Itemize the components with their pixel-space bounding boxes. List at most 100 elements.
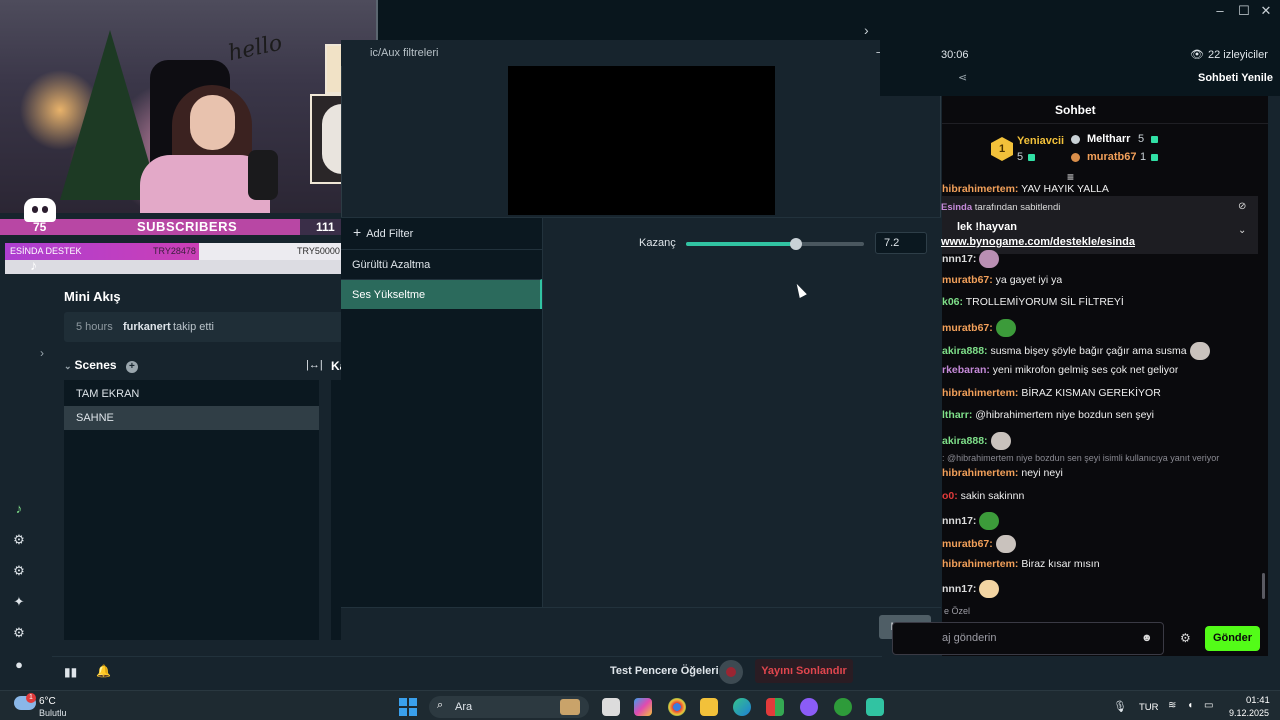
clock-time[interactable]: 01:41 (1246, 695, 1270, 706)
hide-pin-icon[interactable]: ⊘ (1238, 201, 1246, 212)
os-maximize-icon[interactable]: ☐ (1236, 3, 1252, 19)
refresh-chat-button[interactable]: Sohbeti Yenile (1198, 72, 1273, 84)
activity-time: 5 hours (76, 321, 113, 333)
pinned-by-text: tarafından sabitlendi (972, 202, 1061, 213)
chat-username[interactable]: o0: (942, 490, 958, 502)
chat-username[interactable]: hibrahimertem: (942, 387, 1018, 399)
chat-text: BİRAZ KISMAN GEREKİYOR (1018, 387, 1161, 399)
tray-icons[interactable]: ≋ ◖ ▭ (1168, 700, 1217, 711)
os-minimize-icon[interactable]: – (1212, 3, 1228, 18)
chat-input[interactable] (892, 622, 1164, 655)
test-windows-button[interactable]: Test Pencere Öğeleri (610, 665, 719, 677)
subscriber-goal: 111 (316, 220, 335, 234)
chat-message: hibrahimertem: neyi neyi (942, 467, 1063, 479)
preview-area (508, 66, 775, 215)
streamlabs-icon[interactable] (866, 698, 884, 716)
add-filter-label: Add Filter (366, 228, 414, 240)
file-explorer-icon[interactable] (700, 698, 718, 716)
add-scene-icon[interactable]: + (125, 361, 138, 373)
chat-input-placeholder: aj gönderin (942, 632, 997, 644)
activity-user[interactable]: furkanert (123, 321, 171, 333)
filter-lines-icon[interactable]: ≡ (1067, 170, 1074, 184)
leader-name[interactable]: Yeniavcii (1017, 135, 1064, 147)
rank-3-icon (1071, 153, 1080, 162)
clock-date[interactable]: 9.12.2025 (1229, 708, 1269, 718)
chat-username[interactable]: muratb67: (942, 274, 993, 286)
subscriber-count: 75 (33, 220, 47, 234)
plugin-icon[interactable]: ⚙ (10, 531, 28, 549)
language-indicator[interactable]: TUR (1139, 702, 1159, 713)
windows-start-icon[interactable] (399, 698, 417, 716)
gift-icon (1151, 154, 1158, 161)
leader-name[interactable]: muratb67 (1087, 151, 1137, 163)
emoji-icon[interactable]: ☻ (1141, 632, 1153, 644)
end-stream-button[interactable]: Yayını Sonlandır (755, 659, 853, 683)
chat-text: susma bişey şöyle bağır çağır ama susma (987, 344, 1187, 357)
emote-icon (1189, 342, 1210, 360)
chevron-down-icon[interactable]: ⌄ (1238, 225, 1246, 236)
microphone-icon[interactable]: 🎙 (1113, 700, 1127, 713)
chat-username[interactable]: ltharr: (942, 409, 972, 421)
pinned-by: Esinda tarafından sabitlendi (941, 202, 1060, 213)
chat-username[interactable]: hibrahimertem: (942, 558, 1018, 570)
bell-icon[interactable]: 🔔 (96, 664, 111, 678)
chrome-icon[interactable] (668, 698, 686, 716)
gain-slider-fill (686, 242, 796, 246)
chat-username[interactable]: nnn17: (942, 583, 976, 595)
emote-icon (979, 580, 1000, 598)
weather-desc: Bulutlu (39, 708, 67, 718)
chat-message: hibrahimertem: Biraz kısar mısın (942, 558, 1100, 570)
stats-icon[interactable]: ▮▮ (64, 665, 77, 679)
tiktok-icon[interactable]: ♪ (10, 500, 28, 518)
store-icon[interactable] (766, 698, 784, 716)
chat-username[interactable]: akira888: (942, 435, 988, 447)
xbox-icon[interactable] (834, 698, 852, 716)
chat-username[interactable]: rkebaran: (942, 364, 990, 376)
leader-name[interactable]: Meltharr (1087, 133, 1130, 145)
edge-icon[interactable] (733, 698, 751, 716)
plugin-icon-2[interactable]: ⚙ (10, 562, 28, 580)
chat-username[interactable]: nnn17: (942, 515, 976, 527)
chat-scrollbar[interactable] (1262, 573, 1265, 599)
scene-item[interactable]: TAM EKRAN (64, 382, 319, 406)
record-button[interactable] (719, 660, 743, 684)
chevron-right-icon[interactable]: › (864, 22, 869, 38)
share-icon[interactable]: ⋖ (958, 71, 967, 84)
sparkle-icon[interactable]: ✦ (10, 593, 28, 611)
dialog-title: ic/Aux filtreleri (370, 47, 439, 59)
gain-slider-thumb[interactable] (790, 238, 802, 250)
pinned-link[interactable]: www.bynogame.com/destekle/esinda (941, 236, 1135, 248)
user-icon[interactable]: ● (10, 656, 28, 674)
chat-username[interactable]: hibrahimertem: (942, 467, 1018, 479)
gift-icon (1028, 154, 1035, 161)
copilot-icon[interactable] (634, 698, 652, 716)
emote-icon (979, 512, 1000, 530)
add-filter-button[interactable]: + Add Filter (353, 224, 413, 240)
pinned-by-user: Esinda (941, 202, 973, 213)
settings-icon[interactable]: ⚙ (10, 624, 28, 642)
send-button[interactable]: Gönder (1205, 626, 1260, 651)
chat-username[interactable]: akira888: (942, 345, 988, 357)
weather-badge: 1 (26, 693, 36, 703)
filter-item[interactable]: Gürültü Azaltma (341, 249, 542, 279)
collapse-chevron-icon[interactable]: ⌄ (64, 361, 72, 371)
chat-text: sakin sakinnn (957, 490, 1025, 502)
pinned-text: lek !hayvan (957, 221, 1017, 233)
chat-username[interactable]: nnn17: (942, 253, 976, 265)
gain-value-input[interactable]: 7.2 (875, 232, 927, 254)
chat-username[interactable]: k06: (942, 296, 963, 308)
gear-icon[interactable]: ⚙ (1180, 631, 1191, 645)
scene-transition-icon[interactable]: |↔| (306, 359, 323, 371)
chat-username[interactable]: hibrahimertem: (942, 183, 1018, 195)
scene-item-selected[interactable]: SAHNE (64, 406, 319, 430)
app-icon[interactable] (800, 698, 818, 716)
expand-chevron-icon[interactable]: › (40, 346, 44, 360)
filter-item-selected[interactable]: Ses Yükseltme (341, 279, 542, 309)
chat-username[interactable]: muratb67: (942, 538, 993, 550)
chat-message: akira888: susma bişey şöyle bağır çağır … (942, 342, 1210, 360)
chat-username[interactable]: muratb67: (942, 322, 993, 334)
hello-wall-text: hello (225, 30, 285, 67)
os-close-icon[interactable]: ✕ (1258, 3, 1274, 19)
left-rail: ♪ ⚙ ⚙ ✦ ⚙ ● (0, 215, 52, 690)
task-view-icon[interactable] (602, 698, 620, 716)
